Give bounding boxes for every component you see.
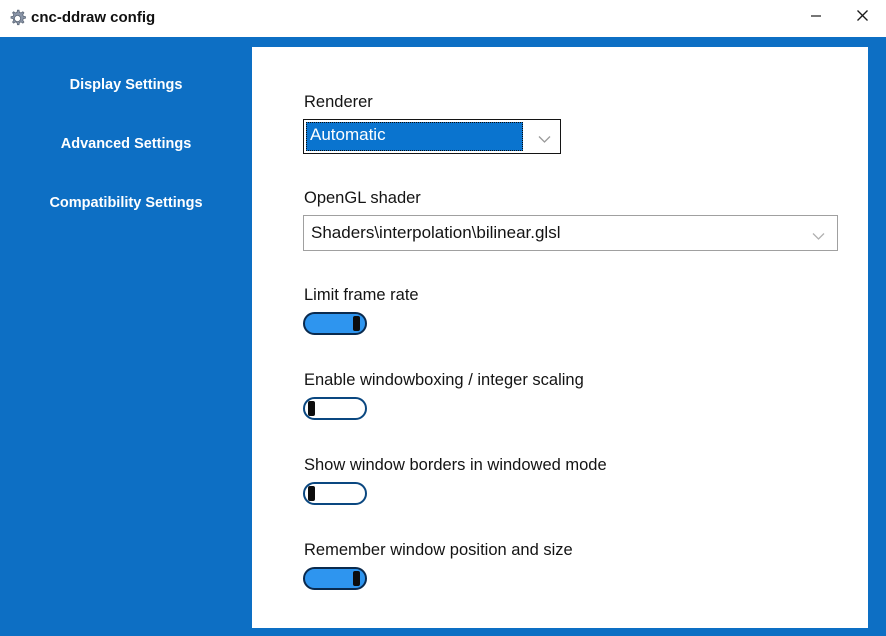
toggle-knob bbox=[353, 316, 360, 331]
sidebar-item-label: Compatibility Settings bbox=[49, 195, 203, 211]
sidebar-item-advanced-settings[interactable]: Advanced Settings bbox=[0, 136, 252, 152]
renderer-combobox[interactable]: Automatic bbox=[303, 119, 561, 154]
chevron-down-icon[interactable] bbox=[811, 228, 826, 240]
limit-frame-rate-label: Limit frame rate bbox=[304, 286, 419, 304]
window-title: cnc-ddraw config bbox=[31, 9, 156, 26]
window-borders-toggle[interactable] bbox=[303, 482, 367, 505]
remember-window-position-label: Remember window position and size bbox=[304, 541, 573, 559]
toggle-knob bbox=[308, 401, 315, 416]
remember-window-position-toggle[interactable] bbox=[303, 567, 367, 590]
app-window: cnc-ddraw config Display Settings Advanc… bbox=[0, 0, 886, 636]
sidebar-item-compatibility-settings[interactable]: Compatibility Settings bbox=[0, 195, 252, 211]
renderer-label: Renderer bbox=[304, 93, 373, 111]
gear-icon bbox=[7, 8, 28, 29]
window-borders-label: Show window borders in windowed mode bbox=[304, 456, 607, 474]
opengl-shader-value: Shaders\interpolation\bilinear.glsl bbox=[311, 223, 561, 242]
toggle-knob bbox=[308, 486, 315, 501]
sidebar-item-label: Advanced Settings bbox=[60, 136, 192, 152]
minimize-button[interactable] bbox=[793, 0, 839, 31]
sidebar-item-display-settings[interactable]: Display Settings bbox=[0, 77, 252, 93]
opengl-shader-label: OpenGL shader bbox=[304, 189, 421, 207]
settings-panel: Renderer Automatic OpenGL shader Shaders… bbox=[252, 47, 868, 628]
toggle-knob bbox=[353, 571, 360, 586]
close-button[interactable] bbox=[839, 0, 885, 31]
windowboxing-toggle[interactable] bbox=[303, 397, 367, 420]
windowboxing-label: Enable windowboxing / integer scaling bbox=[304, 371, 584, 389]
title-bar: cnc-ddraw config bbox=[0, 0, 886, 37]
limit-frame-rate-toggle[interactable] bbox=[303, 312, 367, 335]
sidebar-item-label: Display Settings bbox=[69, 77, 183, 93]
minimize-icon bbox=[811, 14, 821, 17]
opengl-shader-combobox[interactable]: Shaders\interpolation\bilinear.glsl bbox=[303, 215, 838, 251]
close-icon bbox=[856, 10, 868, 21]
window-body: Display Settings Advanced Settings Compa… bbox=[0, 41, 886, 636]
sidebar: Display Settings Advanced Settings Compa… bbox=[0, 41, 252, 636]
chevron-down-icon[interactable] bbox=[537, 131, 552, 143]
renderer-value: Automatic bbox=[310, 125, 386, 144]
